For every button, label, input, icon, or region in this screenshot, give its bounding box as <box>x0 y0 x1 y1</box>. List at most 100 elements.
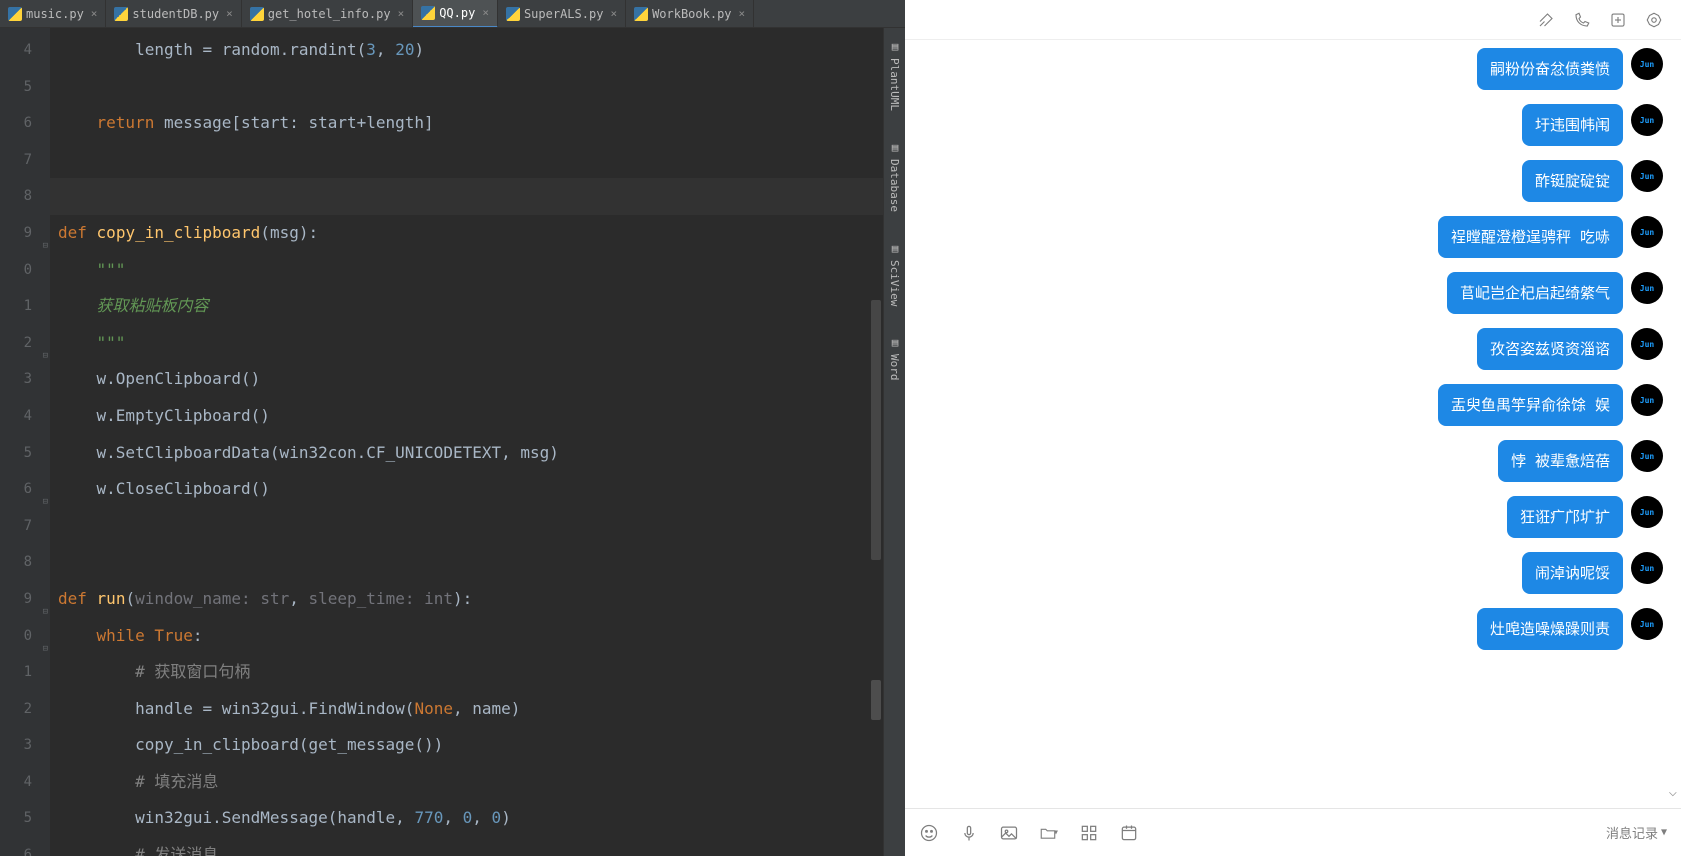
calendar-icon[interactable] <box>1119 823 1139 843</box>
ide-panel: music.py×studentDB.py×get_hotel_info.py×… <box>0 0 905 856</box>
voice-icon[interactable] <box>959 823 979 843</box>
code-line[interactable]: handle = win32gui.FindWindow(None, name) <box>50 691 905 728</box>
code-line[interactable]: return message[start: start+length] <box>50 105 905 142</box>
message-history-link[interactable]: 消息记录 ▼ <box>1606 823 1667 842</box>
image-icon[interactable] <box>999 823 1019 843</box>
line-number: 5 <box>0 435 50 472</box>
code-line[interactable]: # 发送消息 <box>50 837 905 856</box>
close-icon[interactable]: × <box>398 7 405 20</box>
tool-window-database[interactable]: ▤Database <box>888 141 902 212</box>
line-gutter: 456789⊟012⊟3456⊟789⊟0⊟123456 <box>0 28 50 856</box>
chat-input-toolbar: ▾ 消息记录 ▼ <box>905 808 1681 856</box>
code-line[interactable] <box>50 178 905 215</box>
code-editor[interactable]: length = random.randint(3, 20) return me… <box>50 28 905 856</box>
message-row: 苢屺岂企杞启起绮綮气Jun <box>913 272 1663 314</box>
fold-icon[interactable]: ⊟ <box>38 594 48 604</box>
code-line[interactable]: copy_in_clipboard(get_message()) <box>50 727 905 764</box>
avatar[interactable]: Jun <box>1631 608 1663 640</box>
avatar[interactable]: Jun <box>1631 384 1663 416</box>
code-line[interactable]: """ <box>50 252 905 289</box>
avatar[interactable]: Jun <box>1631 496 1663 528</box>
call-icon[interactable] <box>1573 11 1591 29</box>
line-number: 8 <box>0 544 50 581</box>
message-bubble[interactable]: 狂诳疒邝圹扩 <box>1507 496 1623 538</box>
message-bubble[interactable]: 孜咨姿兹贤资淄谘 <box>1477 328 1623 370</box>
fold-icon[interactable]: ⊟ <box>38 484 48 494</box>
code-line[interactable]: # 填充消息 <box>50 764 905 801</box>
message-bubble[interactable]: 圩违围帏闱 <box>1522 104 1623 146</box>
line-number: 6⊟ <box>0 471 50 508</box>
fold-icon[interactable]: ⊟ <box>38 631 48 641</box>
editor-tab[interactable]: studentDB.py× <box>106 0 241 28</box>
close-icon[interactable]: × <box>610 7 617 20</box>
code-line[interactable] <box>50 142 905 179</box>
editor-tab[interactable]: SuperALS.py× <box>498 0 626 28</box>
line-number: 7 <box>0 142 50 179</box>
code-line[interactable]: while True: <box>50 618 905 655</box>
tab-label: WorkBook.py <box>652 7 731 21</box>
scrollbar-thumb[interactable] <box>871 680 881 720</box>
editor-tab[interactable]: QQ.py× <box>413 0 498 28</box>
code-line[interactable]: win32gui.SendMessage(handle, 770, 0, 0) <box>50 800 905 837</box>
message-row: 狂诳疒邝圹扩Jun <box>913 496 1663 538</box>
message-bubble[interactable]: 酢铤腚碇锭 <box>1522 160 1623 202</box>
scrollbar-thumb[interactable] <box>871 300 881 560</box>
message-bubble[interactable]: 裎瞠醒澄橙逞骋秤 吃哧 <box>1438 216 1623 258</box>
chat-message-list[interactable]: 嗣粉份奋忿偾粪愤Jun圩违围帏闱Jun酢铤腚碇锭Jun裎瞠醒澄橙逞骋秤 吃哧Ju… <box>905 40 1681 808</box>
folder-icon[interactable]: ▾ <box>1039 823 1059 843</box>
avatar[interactable]: Jun <box>1631 48 1663 80</box>
code-line[interactable]: # 获取窗口句柄 <box>50 654 905 691</box>
code-line[interactable]: 获取粘贴板内容 <box>50 288 905 325</box>
close-icon[interactable]: × <box>226 7 233 20</box>
line-number: 0⊟ <box>0 618 50 655</box>
line-number: 5 <box>0 800 50 837</box>
code-line[interactable]: def copy_in_clipboard(msg): <box>50 215 905 252</box>
line-number: 8 <box>0 178 50 215</box>
python-file-icon <box>250 7 264 21</box>
editor-tab[interactable]: get_hotel_info.py× <box>242 0 413 28</box>
add-icon[interactable] <box>1609 11 1627 29</box>
line-number: 9⊟ <box>0 215 50 252</box>
message-bubble[interactable]: 苢屺岂企杞启起绮綮气 <box>1447 272 1623 314</box>
pin-icon[interactable] <box>1537 11 1555 29</box>
avatar[interactable]: Jun <box>1631 216 1663 248</box>
avatar[interactable]: Jun <box>1631 272 1663 304</box>
code-line[interactable]: w.CloseClipboard() <box>50 471 905 508</box>
emoji-icon[interactable] <box>919 823 939 843</box>
tool-window-word[interactable]: ▤Word <box>888 336 902 381</box>
tool-icon: ▤ <box>888 40 902 54</box>
message-row: 孜咨姿兹贤资淄谘Jun <box>913 328 1663 370</box>
code-line[interactable]: length = random.randint(3, 20) <box>50 32 905 69</box>
editor-tab[interactable]: music.py× <box>0 0 106 28</box>
message-bubble[interactable]: 灶唣造噪燥躁则责 <box>1477 608 1623 650</box>
close-icon[interactable]: × <box>482 6 489 19</box>
close-icon[interactable]: × <box>91 7 98 20</box>
fold-icon[interactable]: ⊟ <box>38 228 48 238</box>
line-number: 4 <box>0 398 50 435</box>
code-line[interactable]: def run(window_name: str, sleep_time: in… <box>50 581 905 618</box>
code-line[interactable]: w.SetClipboardData(win32con.CF_UNICODETE… <box>50 435 905 472</box>
tool-window-sciview[interactable]: ▤SciView <box>888 242 902 306</box>
avatar[interactable]: Jun <box>1631 328 1663 360</box>
message-bubble[interactable]: 悖 被辈惫焙蓓 <box>1498 440 1623 482</box>
apps-icon[interactable] <box>1079 823 1099 843</box>
code-line[interactable]: w.OpenClipboard() <box>50 361 905 398</box>
message-bubble[interactable]: 闹淖讷呢馁 <box>1522 552 1623 594</box>
message-bubble[interactable]: 盂臾鱼禺竽舁俞徐馀 娱 <box>1438 384 1623 426</box>
tool-window-plantuml[interactable]: ▤PlantUML <box>888 40 902 111</box>
avatar[interactable]: Jun <box>1631 160 1663 192</box>
message-bubble[interactable]: 嗣粉份奋忿偾粪愤 <box>1477 48 1623 90</box>
code-line[interactable] <box>50 544 905 581</box>
avatar[interactable]: Jun <box>1631 552 1663 584</box>
editor-tab[interactable]: WorkBook.py × <box>626 0 754 28</box>
code-line[interactable]: w.EmptyClipboard() <box>50 398 905 435</box>
code-line[interactable] <box>50 508 905 545</box>
avatar[interactable]: Jun <box>1631 104 1663 136</box>
settings-icon[interactable] <box>1645 11 1663 29</box>
avatar[interactable]: Jun <box>1631 440 1663 472</box>
fold-icon[interactable]: ⊟ <box>38 338 48 348</box>
collapse-icon[interactable]: ⌵ <box>1669 784 1677 800</box>
close-icon[interactable]: × <box>739 7 746 20</box>
code-line[interactable]: """ <box>50 325 905 362</box>
code-line[interactable] <box>50 69 905 106</box>
